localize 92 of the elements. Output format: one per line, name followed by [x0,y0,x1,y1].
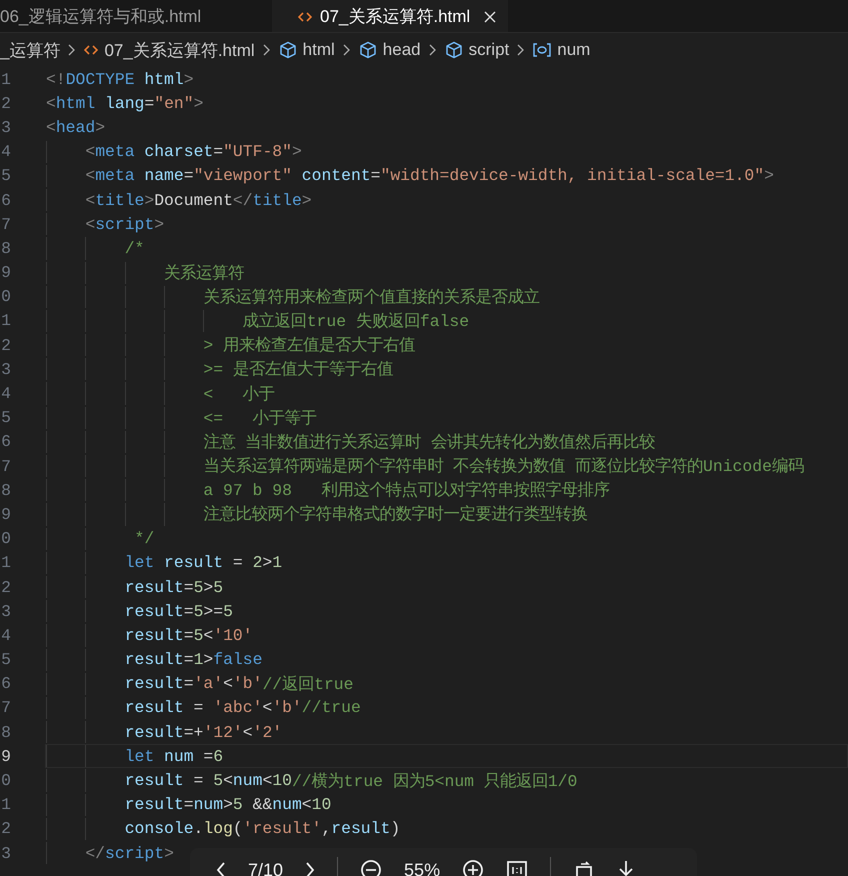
code-line: > 用来检查左值是否大于右值 [45,333,848,358]
breadcrumb-item[interactable]: head [358,40,421,60]
line-number: 2 [0,336,11,355]
chevron-left-icon[interactable] [216,862,226,876]
breadcrumb-item[interactable]: 07_关系运算符.html [84,38,255,62]
cube-icon [278,41,297,59]
line-number: 7 [0,698,11,718]
editor-tab[interactable]: 07_关系运算符.html [272,0,508,32]
chevron-right-icon[interactable] [305,862,316,876]
breadcrumb-item[interactable]: _运算符 [0,38,60,62]
code-line: result=+'12'<'2' [45,720,848,744]
line-number: 4 [0,384,11,404]
page-counter: 7/10 [248,860,284,876]
line-number: 5 [0,166,11,186]
line-number: 3 [0,118,11,137]
code-line: <head> [45,116,106,139]
line-number: 3 [0,602,11,621]
code-line: <script> [45,212,848,236]
code-line: <!DOCTYPE html> [45,68,195,91]
code-line: result = 'abc'<'b'//true [45,696,848,720]
line-number: 6 [0,190,11,210]
line-number: 0 [0,287,11,306]
breadcrumb-item[interactable]: num [533,40,590,60]
line-number: 6 [0,674,11,694]
code-line: 成立返回true 失败返回false [45,308,848,334]
cube-icon [358,41,377,59]
code-line: <title>Document</title> [45,188,848,212]
code-line: result=5>5 [45,574,848,600]
line-number: 8 [0,238,11,258]
line-number: 0 [0,529,11,548]
breadcrumb-item[interactable]: html [278,40,335,60]
line-number: 7 [0,456,11,476]
code-line: /* [45,236,848,260]
code-line: 注意 当非数值进行关系运算时 会讲其先转化为数值然后再比较 [45,430,848,454]
code-line: <meta name="viewport" content="width=device-width, initial-scale=1.0"> [45,164,848,188]
chevron-right-icon [262,44,271,56]
line-number: 5 [0,408,11,428]
line-number: 1 [0,553,11,572]
line-number: 9 [0,746,11,766]
line-number: 2 [0,94,11,113]
code-line: result = 5<num<10//横为true 因为5<num 只能返回1/0 [45,768,848,793]
cube-icon [444,41,463,59]
variable-icon [533,43,552,57]
line-number: 4 [0,626,11,645]
line-number: 0 [0,771,11,790]
line-number: 3 [0,360,11,379]
code-file-icon [298,10,312,22]
code-line: result=1>false [45,648,848,672]
line-number: 2 [0,819,11,838]
chevron-right-icon [428,44,437,56]
actual-size-icon[interactable] [506,859,528,876]
line-number: 1 [0,311,11,330]
zoom-in-icon[interactable] [462,859,484,876]
line-number: 4 [0,142,11,162]
code-line: 注意比较两个字符串格式的数字时一定要进行类型转换 [45,502,848,527]
code-line: >= 是否左值大于等于右值 [45,357,848,382]
chevron-right-icon [68,44,76,56]
code-line: < 小于 [45,381,848,406]
line-number: 2 [0,578,11,597]
download-icon[interactable] [617,859,636,876]
line-number: 1 [0,795,11,814]
line-number: 7 [0,214,11,234]
breadcrumb-item[interactable]: script [444,40,510,60]
code-line: <= 小于等于 [45,406,848,430]
code-line: <meta charset="UTF-8"> [45,140,848,164]
line-number: 5 [0,650,11,670]
code-line: */ [45,526,848,551]
chevron-right-icon [517,44,526,56]
line-number: 1 [0,70,11,89]
code-line: 关系运算符用来检查两个值直接的关系是否成立 [45,284,848,309]
code-line: result=5<'10' [45,623,848,648]
code-line: result=5>=5 [45,599,848,624]
code-line: console.log('result',result) [45,816,848,841]
code-line: 当关系运算符两端是两个字符串时 不会转换为数值 而逐位比较字符的Unicode编码 [45,454,848,478]
editor-tab[interactable]: 06_逻辑运算符与和或.html [0,0,262,32]
code-line: let result = 2>1 [45,550,848,575]
code-line: <html lang="en"> [45,92,204,115]
chevron-right-icon [342,44,351,56]
code-line: 关系运算符 [45,260,848,285]
line-number: 6 [0,432,11,452]
line-number: 9 [0,263,11,282]
code-line: a 97 b 98 利用这个特点可以对字符串按照字母排序 [45,478,848,502]
line-number: 3 [0,844,11,863]
line-number: 8 [0,722,11,742]
zoom-out-icon[interactable] [360,859,382,876]
code-file-icon [84,44,98,56]
code-line: result='a'<'b'//返回true [45,672,848,696]
zoom-level: 55% [404,860,440,876]
code-line: result=num>5 &&num<10 [45,792,848,817]
line-number: 9 [0,504,11,524]
line-number: 8 [0,480,11,500]
close-icon[interactable] [484,10,496,22]
